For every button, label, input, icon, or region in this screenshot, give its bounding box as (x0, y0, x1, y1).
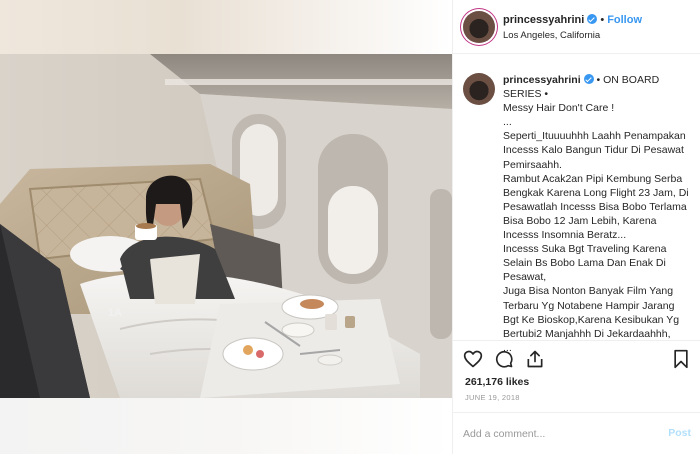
photo-top-blur (0, 0, 452, 54)
post-sidebar: princessyahrini • Follow Los Angeles, Cali… (452, 0, 700, 454)
caption-line: ... (503, 116, 512, 129)
follow-button[interactable]: Follow (607, 14, 642, 26)
seat-number-label: 1A (108, 307, 122, 319)
avatar[interactable] (463, 11, 495, 43)
likes-count[interactable]: 261,176 likes (465, 376, 529, 388)
photo-bottom-blur (0, 398, 452, 454)
post-photo[interactable]: 1A (0, 54, 452, 398)
header-username-row: princessyahrini • Follow (503, 14, 642, 26)
location-link[interactable]: Los Angeles, California (503, 30, 600, 41)
post-date[interactable]: JUNE 19, 2018 (465, 393, 520, 402)
comment-input[interactable] (463, 425, 653, 443)
caption-username-link[interactable]: princessyahrini (503, 74, 581, 86)
bookmark-icon[interactable] (671, 349, 691, 369)
verified-badge-icon (583, 74, 594, 84)
caption-line: Incesss Suka Bgt Traveling Karena Selain… (503, 243, 667, 284)
caption-avatar[interactable] (463, 73, 495, 105)
action-bar: 261,176 likes (453, 340, 700, 396)
post-header: princessyahrini • Follow Los Angeles, Cali… (453, 0, 700, 54)
username-link[interactable]: princessyahrini (503, 14, 584, 26)
verified-badge-icon (587, 14, 598, 24)
caption: princessyahrini • ON BOARD SERIES • Mess… (503, 73, 693, 355)
comment-bar: Post (453, 412, 700, 454)
caption-line: Messy Hair Don't Care ! (503, 102, 615, 115)
post-photo-area: 1A (0, 0, 452, 454)
caption-line: Rambut Acak2an Pipi Kembung Serba Bengka… (503, 172, 689, 242)
caption-line: Seperti_Ituuuuhhh Laahh Penampakan Inces… (503, 130, 686, 171)
separator-dot: • (600, 14, 605, 26)
caption-line: Juga Bisa Nonton Banyak Film Yang Terbar… (503, 285, 680, 340)
share-icon[interactable] (525, 349, 545, 369)
post-comment-button[interactable]: Post (668, 427, 691, 439)
comment-icon[interactable] (494, 349, 514, 369)
heart-icon[interactable] (463, 349, 483, 369)
